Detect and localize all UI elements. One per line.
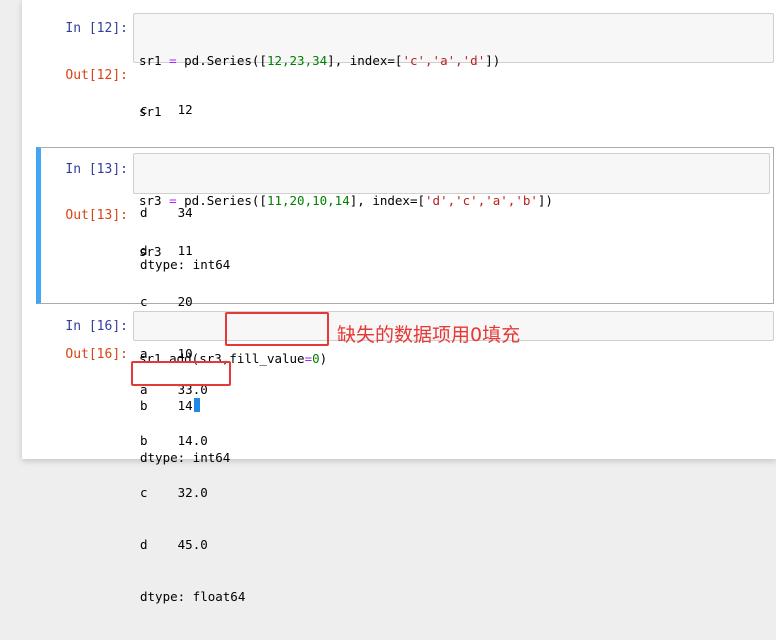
in-prompt-13: In [13]: xyxy=(65,162,128,177)
output-row: c 32.0 xyxy=(140,484,245,501)
code-token: 'd','c','a','b' xyxy=(425,193,538,208)
output-value: 32.0 xyxy=(177,485,208,501)
output-row: c 12 xyxy=(140,101,230,118)
code-input-12[interactable]: sr1 = pd.Series([12,23,34], index=['c','… xyxy=(133,13,774,119)
notebook-container: In [12]: sr1 = pd.Series([12,23,34], ind… xyxy=(22,0,776,604)
code-token: 'c','a','d' xyxy=(402,53,486,68)
code-token: sr3 xyxy=(139,244,162,259)
output-row: d 11 xyxy=(140,242,230,259)
output-value: 45.0 xyxy=(177,537,208,553)
annotation-text: 缺失的数据项用0填充 xyxy=(337,324,521,346)
fill-value-highlight-box xyxy=(225,312,329,346)
code-input-13[interactable]: sr3 = pd.Series([11,20,10,14], index=['d… xyxy=(133,153,770,259)
output-index: c xyxy=(140,485,148,501)
output-dtype: dtype: float64 xyxy=(140,589,246,605)
output-index: c xyxy=(140,101,148,117)
code-token: = xyxy=(161,193,185,208)
output-value: 11 xyxy=(177,242,193,258)
out-prompt-12: Out[12]: xyxy=(65,68,128,83)
code-token: 0 xyxy=(312,351,320,366)
output-16: a 33.0 b 14.0 c 32.0 d 45.0 dtype: float… xyxy=(140,346,245,640)
code-token: 12,23,34 xyxy=(266,53,328,68)
code-token: ], index=[ xyxy=(349,193,426,208)
code-cell-13[interactable]: In [13]: sr3 = pd.Series([11,20,10,14], … xyxy=(36,147,774,465)
row-b-highlight-box xyxy=(131,361,231,386)
out-prompt-16: Out[16]: xyxy=(65,347,128,362)
code-token: ]) xyxy=(537,193,553,208)
output-index: b xyxy=(140,433,148,449)
code-token: 11,20,10,14 xyxy=(266,193,350,208)
code-token: pd.Series([ xyxy=(184,193,267,208)
code-token: ]) xyxy=(485,53,501,68)
code-token: sr1 xyxy=(139,104,162,119)
code-token: ], index=[ xyxy=(327,53,403,68)
out-prompt-13: Out[13]: xyxy=(65,208,128,223)
in-prompt-16: In [16]: xyxy=(65,319,128,334)
in-prompt-12: In [12]: xyxy=(65,21,128,36)
output-value: 14.0 xyxy=(177,433,208,449)
output-row: d 45.0 xyxy=(140,536,245,553)
code-token: ) xyxy=(319,351,328,366)
output-index: d xyxy=(140,242,148,258)
output-index: d xyxy=(140,537,148,553)
code-token: sr3 xyxy=(139,193,162,208)
code-cell-12[interactable]: In [12]: sr1 = pd.Series([12,23,34], ind… xyxy=(36,8,774,272)
output-row: b 14.0 xyxy=(140,432,245,449)
output-value: 12 xyxy=(177,101,193,117)
code-token: = xyxy=(304,351,313,366)
